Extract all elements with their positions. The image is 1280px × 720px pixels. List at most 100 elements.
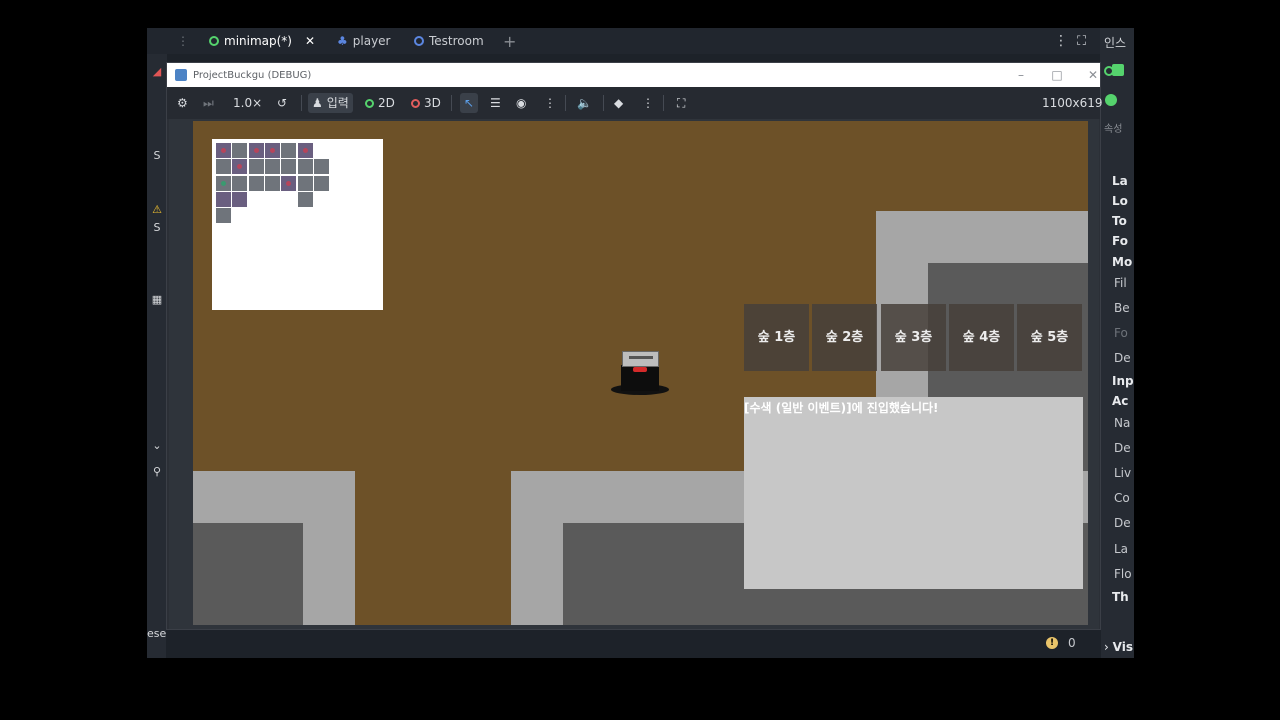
room-marker: [286, 180, 292, 186]
separator: [301, 95, 302, 111]
section-label: Vis: [1112, 640, 1133, 654]
close-icon[interactable]: ◢: [151, 66, 163, 78]
more-icon[interactable]: ⋮: [544, 93, 556, 113]
minimap-room: [281, 175, 297, 191]
tab-testroom[interactable]: Testroom: [414, 32, 484, 50]
suspend-icon[interactable]: ⚙: [177, 93, 188, 113]
floor-button-2[interactable]: 숲 2층: [812, 304, 877, 371]
time-scale-button[interactable]: 1.0×: [233, 93, 262, 113]
window-title: ProjectBuckgu (DEBUG): [193, 69, 312, 81]
property-item[interactable]: Flo: [1114, 567, 1132, 581]
distraction-free-icon[interactable]: ⛶: [1077, 32, 1086, 50]
mode-3d-button[interactable]: 3D: [411, 93, 441, 113]
minimap-room: [216, 208, 231, 224]
script-icon[interactable]: S: [151, 150, 163, 162]
window-title-bar: ProjectBuckgu (DEBUG) – □ ✕: [167, 63, 1100, 87]
script-icon[interactable]: S: [151, 222, 163, 234]
warning-counter[interactable]: ! 0: [1046, 636, 1076, 650]
more-icon[interactable]: ⋮: [642, 93, 654, 113]
minimap-room: [313, 159, 329, 175]
property-group[interactable]: Mo: [1112, 255, 1132, 269]
tab-minimap[interactable]: minimap(*) ✕: [209, 32, 315, 50]
left-dock-strip: ◢ S ⚠ S ▦ ⌄ ⚲ ese: [147, 54, 167, 658]
fullscreen-icon[interactable]: ⛶: [677, 93, 685, 113]
separator: [565, 95, 566, 111]
property-group[interactable]: La: [1112, 174, 1128, 188]
property-item[interactable]: Be: [1114, 301, 1130, 315]
visibility-section[interactable]: › Vis: [1104, 640, 1133, 654]
scene-ring-icon: [414, 36, 424, 46]
next-frame-icon[interactable]: ⏭: [203, 93, 214, 113]
inspector-tab[interactable]: 인스: [1104, 34, 1126, 51]
property-item[interactable]: Fil: [1114, 276, 1127, 290]
select-tool-icon[interactable]: ↖: [460, 93, 479, 113]
filter-icon[interactable]: ⌄: [151, 440, 163, 452]
minimap-room: [297, 143, 313, 158]
robot-face: [622, 351, 659, 367]
room-marker: [302, 148, 308, 153]
room-marker: [237, 164, 243, 170]
property-item[interactable]: Liv: [1114, 466, 1131, 480]
player-node-icon: ♣: [337, 34, 348, 48]
tab-menu-icon[interactable]: ⋮: [177, 32, 189, 50]
minimap-room: [216, 159, 231, 175]
floor-button-4[interactable]: 숲 4층: [949, 304, 1014, 371]
property-item[interactable]: La: [1114, 542, 1128, 556]
minimap-room: [264, 159, 280, 175]
robot-eyes: [629, 356, 653, 359]
minimap-room: [297, 175, 313, 191]
list-select-icon[interactable]: ☰: [490, 93, 501, 113]
tab-label: Testroom: [429, 34, 484, 48]
close-button[interactable]: ✕: [1084, 66, 1102, 84]
minimap-room: [281, 159, 297, 175]
maximize-button[interactable]: □: [1048, 66, 1066, 84]
node-3d-icon: [411, 98, 420, 108]
input-mode-button[interactable]: ♟ 입력: [308, 93, 353, 113]
scene-tab-bar: ⋮ minimap(*) ✕ ♣ player Testroom + ⋮ ⛶: [147, 28, 1134, 54]
minimap-room: [232, 143, 248, 158]
minimap-room: [216, 191, 231, 207]
player-character: [611, 351, 671, 397]
wall-inner-block: [193, 523, 303, 625]
grid-icon[interactable]: ▦: [151, 294, 163, 306]
minimap-room: [232, 159, 248, 175]
camera-override-icon[interactable]: ◆: [614, 93, 623, 113]
speaker-icon[interactable]: 🔈: [577, 93, 592, 113]
floor-button-1[interactable]: 숲 1층: [744, 304, 809, 371]
node-icon: [1105, 94, 1117, 106]
event-message: [수색 (일반 이벤트)]에 진입했습니다!: [744, 401, 939, 415]
property-group[interactable]: Inp: [1112, 374, 1134, 388]
property-item[interactable]: Na: [1114, 416, 1130, 430]
add-tab-button[interactable]: +: [503, 32, 516, 51]
property-group[interactable]: Ac: [1112, 394, 1128, 408]
property-item[interactable]: De: [1114, 351, 1131, 365]
close-icon[interactable]: ✕: [305, 34, 315, 48]
property-item[interactable]: Co: [1114, 491, 1130, 505]
floor-button-3[interactable]: 숲 3층: [881, 304, 946, 371]
minimap: [212, 139, 383, 310]
property-group[interactable]: Th: [1112, 590, 1129, 604]
tab-player[interactable]: ♣ player: [337, 32, 391, 50]
mode-2d-label: 2D: [378, 96, 395, 110]
property-group[interactable]: To: [1112, 214, 1127, 228]
mode-2d-button[interactable]: 2D: [365, 93, 395, 113]
godot-app-icon: [175, 69, 187, 81]
search-icon[interactable]: ⚲: [151, 466, 163, 478]
chevron-right-icon: ›: [1104, 640, 1109, 654]
property-item[interactable]: De: [1114, 516, 1131, 530]
minimize-button[interactable]: –: [1012, 66, 1030, 84]
minimap-room: [297, 159, 313, 175]
property-group[interactable]: Fo: [1112, 234, 1128, 248]
room-marker: [221, 148, 226, 153]
more-icon[interactable]: ⋮: [1054, 32, 1068, 50]
minimap-room: [281, 143, 297, 158]
reset-icon[interactable]: ↺: [277, 93, 287, 113]
property-item[interactable]: De: [1114, 441, 1131, 455]
property-group[interactable]: Lo: [1112, 194, 1128, 208]
warning-icon: ⚠: [152, 203, 162, 216]
game-view[interactable]: 숲 1층 숲 2층 숲 3층 숲 4층 숲 5층 [수색 (일반 이벤트)]에 …: [193, 121, 1088, 625]
game-toolbar: ⚙ ⏭ 1.0× ↺ ♟ 입력 2D 3D ↖ ☰ ◉ ⋮ 🔈 ◆ ⋮ ⛶ 11…: [167, 87, 1103, 119]
property-item[interactable]: Fo: [1114, 326, 1128, 340]
floor-button-5[interactable]: 숲 5층: [1017, 304, 1082, 371]
eye-icon[interactable]: ◉: [516, 93, 526, 113]
